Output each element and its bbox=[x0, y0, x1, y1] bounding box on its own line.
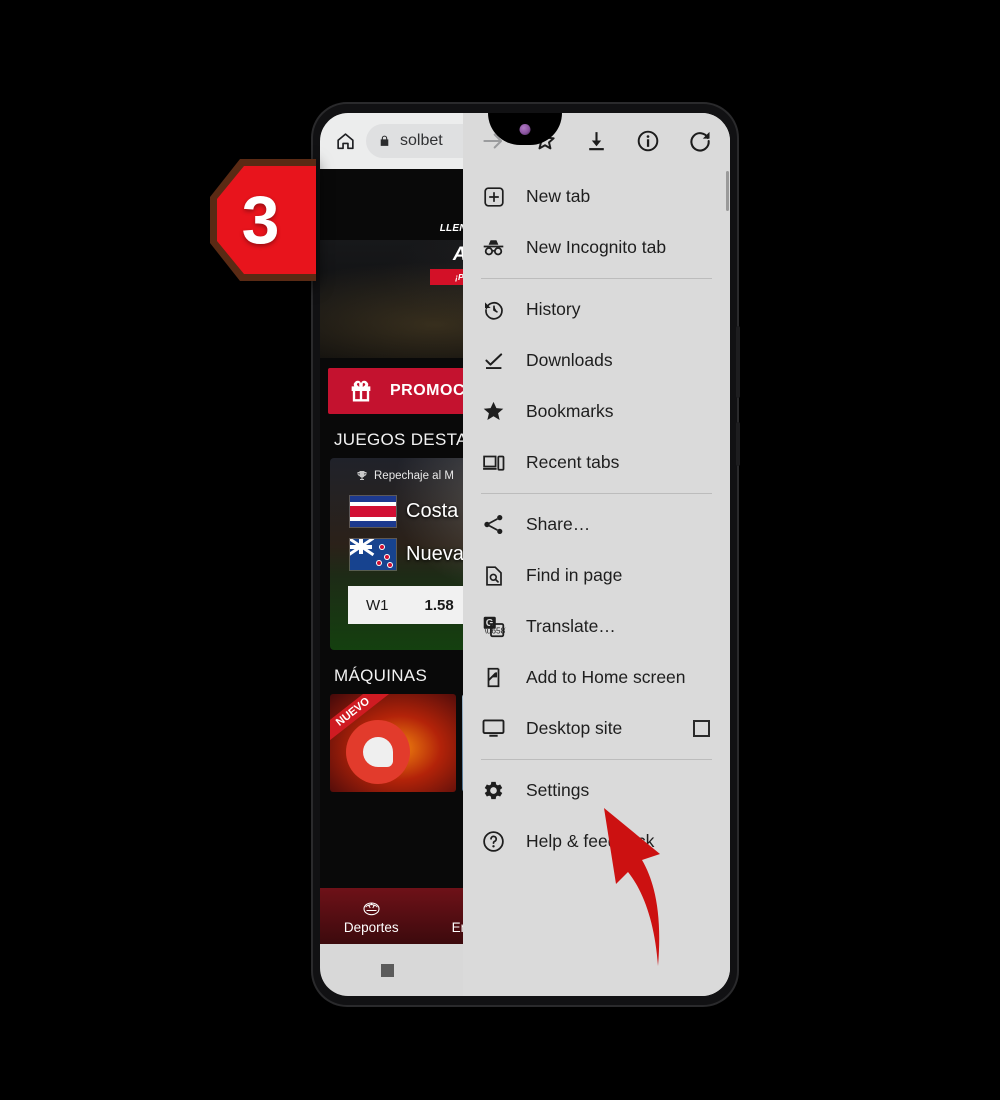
share-icon bbox=[481, 512, 506, 537]
phone-screen: SOLBET LLENA EL FORMULARIO Y ENTRA ALL Y… bbox=[320, 113, 730, 996]
menu-label-settings: Settings bbox=[526, 780, 590, 800]
downloads-check-icon bbox=[481, 348, 506, 373]
chrome-overflow-menu: New tab New Incognito tab History Downlo… bbox=[463, 113, 730, 996]
phone-screen-bezel: SOLBET LLENA EL FORMULARIO Y ENTRA ALL Y… bbox=[320, 113, 730, 996]
menu-item-bookmarks[interactable]: Bookmarks bbox=[463, 386, 730, 437]
flag-new-zealand-icon bbox=[350, 539, 396, 570]
history-icon bbox=[481, 297, 506, 322]
menu-item-translate[interactable]: G\u6587 Translate… bbox=[463, 601, 730, 652]
screenshot-stage: SOLBET LLENA EL FORMULARIO Y ENTRA ALL Y… bbox=[0, 0, 1000, 1100]
menu-item-history[interactable]: History bbox=[463, 284, 730, 335]
menu-label-add-to-home-screen: Add to Home screen bbox=[526, 667, 686, 687]
download-icon[interactable] bbox=[571, 113, 623, 169]
volume-button[interactable] bbox=[736, 326, 740, 398]
home-button[interactable] bbox=[328, 124, 362, 158]
square-recents-icon[interactable] bbox=[381, 963, 395, 977]
reload-icon[interactable] bbox=[674, 113, 726, 169]
nav-label-deportes: Deportes bbox=[343, 920, 399, 935]
menu-item-add-to-home-screen[interactable]: Add to Home screen bbox=[463, 652, 730, 703]
star-filled-icon bbox=[481, 399, 506, 424]
bet-type-label: W1 bbox=[366, 596, 389, 614]
menu-label-downloads: Downloads bbox=[526, 350, 613, 370]
translate-icon: G\u6587 bbox=[481, 614, 506, 639]
new-tab-icon bbox=[481, 184, 506, 209]
match-team-2-name: Nueva bbox=[406, 543, 464, 565]
machine-tile-1[interactable]: NUEVO bbox=[330, 694, 456, 792]
menu-label-new-tab: New tab bbox=[526, 186, 591, 206]
menu-label-recent-tabs: Recent tabs bbox=[526, 452, 620, 472]
step-number: 3 bbox=[241, 182, 280, 258]
desktop-site-checkbox[interactable] bbox=[693, 720, 710, 737]
lock-icon bbox=[380, 135, 389, 146]
flag-costa-rica-icon bbox=[350, 496, 396, 527]
menu-item-new-incognito-tab[interactable]: New Incognito tab bbox=[463, 222, 730, 273]
menu-label-desktop-site: Desktop site bbox=[526, 718, 623, 738]
incognito-icon bbox=[481, 235, 506, 260]
trophy-icon bbox=[357, 471, 367, 480]
menu-item-list: New tab New Incognito tab History Downlo… bbox=[463, 169, 730, 996]
menu-divider-3 bbox=[481, 759, 712, 760]
page-info-icon[interactable] bbox=[622, 113, 674, 169]
nav-item-deportes[interactable]: Deportes bbox=[320, 888, 423, 944]
menu-label-share: Share… bbox=[526, 514, 591, 534]
home-icon bbox=[336, 132, 354, 149]
menu-label-history: History bbox=[526, 299, 581, 319]
settings-gear-icon bbox=[481, 778, 506, 803]
url-text: solbet bbox=[400, 132, 443, 149]
menu-divider-1 bbox=[481, 278, 712, 279]
power-button[interactable] bbox=[736, 422, 740, 466]
promotions-label: PROMOCI bbox=[390, 382, 470, 399]
menu-label-translate: Translate… bbox=[526, 616, 616, 636]
menu-item-downloads[interactable]: Downloads bbox=[463, 335, 730, 386]
menu-label-new-incognito-tab: New Incognito tab bbox=[526, 237, 667, 257]
add-to-home-screen-icon bbox=[481, 665, 506, 690]
recent-tabs-icon bbox=[481, 450, 506, 475]
step-number-badge: 3 bbox=[204, 155, 326, 285]
menu-item-help-feedback[interactable]: Help & feedback bbox=[463, 816, 730, 867]
machine-logo-icon bbox=[346, 720, 410, 784]
sports-ball-icon bbox=[360, 897, 383, 918]
gift-icon bbox=[351, 380, 371, 402]
menu-scrollbar[interactable] bbox=[726, 171, 729, 211]
match-tournament-label: Repechaje al M bbox=[374, 470, 454, 482]
menu-item-new-tab[interactable]: New tab bbox=[463, 171, 730, 222]
front-camera bbox=[519, 124, 531, 135]
find-in-page-icon bbox=[481, 563, 506, 588]
menu-divider-2 bbox=[481, 493, 712, 494]
match-team-1-name: Costa bbox=[406, 500, 459, 522]
menu-item-recent-tabs[interactable]: Recent tabs bbox=[463, 437, 730, 488]
menu-label-find-in-page: Find in page bbox=[526, 565, 623, 585]
menu-label-bookmarks: Bookmarks bbox=[526, 401, 614, 421]
menu-label-help-feedback: Help & feedback bbox=[526, 831, 655, 851]
bet-odds-value: 1.58 bbox=[424, 596, 454, 614]
svg-text:\u6587: \u6587 bbox=[484, 625, 506, 635]
phone-device: SOLBET LLENA EL FORMULARIO Y ENTRA ALL Y… bbox=[313, 104, 740, 1005]
help-circle-icon bbox=[481, 829, 506, 854]
menu-item-find-in-page[interactable]: Find in page bbox=[463, 550, 730, 601]
menu-item-desktop-site[interactable]: Desktop site bbox=[463, 703, 730, 754]
menu-item-share[interactable]: Share… bbox=[463, 499, 730, 550]
desktop-site-icon bbox=[481, 716, 506, 741]
menu-item-settings[interactable]: Settings bbox=[463, 765, 730, 816]
